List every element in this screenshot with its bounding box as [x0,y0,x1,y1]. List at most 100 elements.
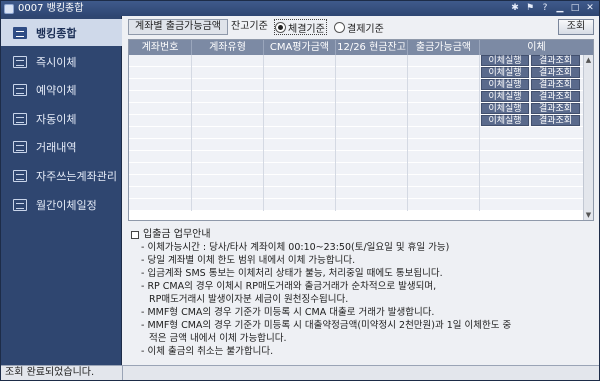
sidebar-item-monthly-schedule[interactable]: 월간이체일정 [1,191,122,218]
table-cell [408,199,480,211]
table-row[interactable]: 이체실행 결과조회 [129,103,583,115]
table-cell [408,127,480,139]
notice-line: - 이체 출금의 취소는 불가합니다. [141,346,274,357]
notice-line: - 이체가능시간 : 당사/타사 계좌이체 00:10~23:50(토/일요일 … [141,242,450,253]
transfer-execute-button[interactable]: 이체실행 [481,103,529,114]
notice-line: - MMF형 CMA의 경우 기준가 미등록 시 대출약정금액(미약정시 2천만… [141,320,512,331]
table-cell [336,199,408,211]
table-cell [192,139,264,151]
table-cell [264,103,336,115]
table-cell [129,103,192,115]
transfer-execute-button[interactable]: 이체실행 [481,91,529,102]
notice-lines: - 이체가능시간 : 당사/타사 계좌이체 00:10~23:50(토/일요일 … [131,241,593,358]
toolbar: 계좌별 출금가능금액 잔고기준 체결기준 결제기준 조회 [128,19,594,35]
table-row[interactable] [129,199,583,211]
column-header: 계좌유형 [192,40,264,55]
table-cell [192,199,264,211]
table-cell [264,163,336,175]
sidebar-item-history[interactable]: 거래내역 [1,133,122,160]
notice-title: 입출금 업무안내 [131,228,593,241]
table-cell [192,151,264,163]
minimize-icon[interactable]: ▁ [554,2,566,14]
window-controls: ✱ ⚑ ? ▁ □ ✕ [509,2,596,14]
table-cell [336,139,408,151]
transfer-execute-button[interactable]: 이체실행 [481,79,529,90]
radio-dot[interactable] [275,21,286,33]
status-divider [122,366,123,380]
table-cell [129,67,192,79]
sidebar-item-instant-transfer[interactable]: 즉시이체 [1,48,122,75]
table-cell [264,115,336,127]
scroll-up-icon[interactable]: ▲ [584,55,593,65]
table-row[interactable] [129,175,583,187]
table-row[interactable]: 이체실행 결과조회 [129,79,583,91]
maximize-icon[interactable]: □ [569,2,581,14]
table-row[interactable] [129,127,583,139]
transfer-execute-button[interactable]: 이체실행 [481,115,529,126]
table-cell [264,139,336,151]
result-inquiry-button[interactable]: 결과조회 [531,115,580,126]
sidebar-item-label: 즉시이체 [36,55,77,69]
main-panel: 계좌별 출금가능금액 잔고기준 체결기준 결제기준 조회 계좌번호 계좌유형 C… [123,16,599,365]
transfer-execute-button[interactable]: 이체실행 [481,55,529,66]
help-icon[interactable]: ? [539,2,551,14]
table-cell [408,103,480,115]
sidebar: 뱅킹종합 즉시이체 예약이체 자동이체 거래내역 자주쓰는계좌관리 월간이체일정 [1,16,122,365]
notice-line: - 당일 계좌별 이체 한도 범위 내에서 이체 가능합니다. [141,255,356,266]
close-icon[interactable]: ✕ [584,2,596,14]
table-cell [336,151,408,163]
table-row[interactable]: 이체실행 결과조회 [129,91,583,103]
title-bar[interactable]: 0007 뱅킹종합 ✱ ⚑ ? ▁ □ ✕ [1,1,599,16]
favorite-account-icon [13,169,27,182]
table-cell [408,79,480,91]
table-row[interactable]: 이체실행 결과조회 [129,115,583,127]
table-row[interactable] [129,187,583,199]
sidebar-item-banking[interactable]: 뱅킹종합 [1,19,122,46]
sidebar-item-auto-transfer[interactable]: 자동이체 [1,105,122,132]
section-label: 계좌별 출금가능금액 [128,19,228,35]
table-row[interactable] [129,139,583,151]
table-cell [264,175,336,187]
column-header: CMA평가금액 [264,40,336,55]
sidebar-item-label: 거래내역 [36,140,77,154]
sidebar-item-label: 자주쓰는계좌관리 [36,169,117,183]
table-cell [480,187,583,199]
table-cell [264,151,336,163]
table-row[interactable] [129,151,583,163]
notice-section: 입출금 업무안내 - 이체가능시간 : 당사/타사 계좌이체 00:10~23:… [131,228,593,358]
table-cell [480,127,583,139]
table-row[interactable] [129,163,583,175]
account-table: 계좌번호 계좌유형 CMA평가금액 12/26 현금잔고 출금가능금액 이체 이… [128,39,594,221]
table-row[interactable]: 이체실행 결과조회 [129,67,583,79]
sidebar-item-label: 뱅킹종합 [36,26,77,40]
table-scrollbar[interactable]: ▲ ▼ [583,55,593,220]
scroll-down-icon[interactable]: ▼ [584,210,593,220]
table-cell [480,199,583,211]
table-cell [336,127,408,139]
table-row[interactable]: 이체실행 결과조회 [129,55,583,67]
table-cell [192,103,264,115]
notice-line: - 입금계좌 SMS 통보는 이체처리 상태가 불능, 처리중일 때에도 통보됩… [141,268,443,279]
sidebar-item-favorite-accounts[interactable]: 자주쓰는계좌관리 [1,162,122,189]
window-title: 0007 뱅킹종합 [18,3,84,14]
balance-basis-label: 잔고기준 [231,21,268,32]
radio-execution-basis[interactable]: 체결기준 [274,19,327,35]
table-cell [408,163,480,175]
radio-dot[interactable] [334,21,345,33]
table-cell [336,163,408,175]
search-button[interactable]: 조회 [558,19,594,35]
table-cell [480,151,583,163]
result-inquiry-button[interactable]: 결과조회 [531,67,580,78]
radio-settlement-basis[interactable]: 결제기준 [334,19,384,35]
result-inquiry-button[interactable]: 결과조회 [531,55,580,66]
result-inquiry-button[interactable]: 결과조회 [531,103,580,114]
transfer-execute-button[interactable]: 이체실행 [481,67,529,78]
table-cell [192,91,264,103]
pin-icon[interactable]: ⚑ [524,2,536,14]
sidebar-item-reserve-transfer[interactable]: 예약이체 [1,76,122,103]
link-icon[interactable]: ✱ [509,2,521,14]
table-cell [336,103,408,115]
result-inquiry-button[interactable]: 결과조회 [531,91,580,102]
column-header: 12/26 현금잔고 [336,40,408,55]
result-inquiry-button[interactable]: 결과조회 [531,79,580,90]
